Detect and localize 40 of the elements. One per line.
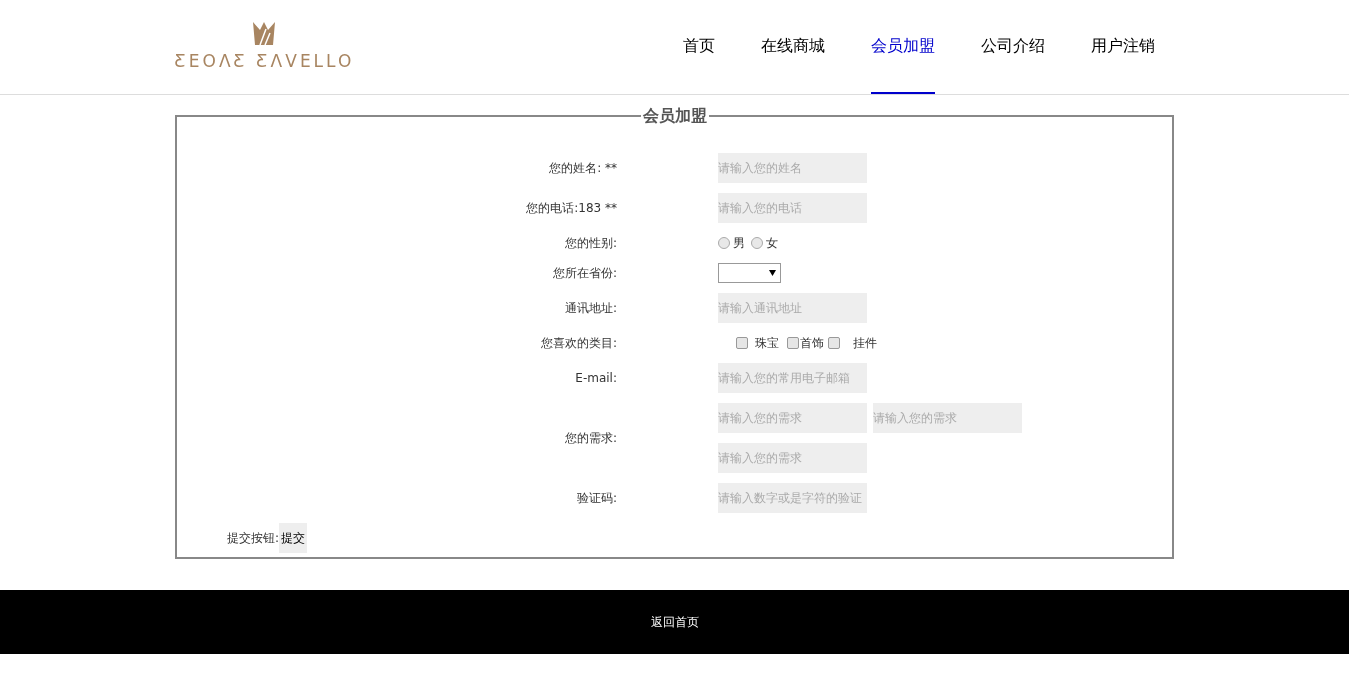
field-label: 您所在省份: <box>551 265 617 282</box>
text-field[interactable]: 请输入数字或是字符的验证 <box>718 483 867 513</box>
caret-icon <box>769 270 776 276</box>
form-legend: 会员加盟 <box>640 105 709 127</box>
nav-link[interactable]: 在线商城 <box>760 0 825 94</box>
field-label: 您的姓名: ** <box>548 160 617 177</box>
nav-link[interactable]: 公司介绍 <box>980 0 1045 94</box>
radio-button[interactable] <box>751 237 763 249</box>
text-field[interactable]: 请输入您的常用电子邮箱 <box>718 363 867 393</box>
nav-link[interactable]: 用户注销 <box>1090 0 1155 94</box>
text-field[interactable]: 请输入您的需求 <box>873 403 1022 433</box>
option-label: 珠宝 <box>755 335 779 352</box>
field-label: 您的需求: <box>563 430 617 447</box>
field-label: 您的电话:183 ** <box>525 200 617 217</box>
field-label: 您喜欢的类目: <box>539 335 617 352</box>
option-label: 挂件 <box>853 335 877 352</box>
text-field[interactable]: 请输入您的需求 <box>718 443 867 473</box>
option-label: 女 <box>766 235 778 252</box>
text-field[interactable]: 请输入通讯地址 <box>718 293 867 323</box>
field-label: 提交按钮: <box>227 530 280 547</box>
text-field[interactable]: 请输入您的电话 <box>718 193 867 223</box>
field-label: 验证码: <box>575 490 617 507</box>
radio-button[interactable] <box>718 237 730 249</box>
province-select[interactable] <box>718 263 781 283</box>
checkbox[interactable] <box>828 337 840 349</box>
text-field[interactable]: 请输入您的需求 <box>718 403 867 433</box>
submit-button[interactable]: 提交 <box>279 523 308 553</box>
field-label: 您的性别: <box>563 235 617 252</box>
logo-text: ƸEOΛƸ ƸΛVELLO <box>174 50 355 74</box>
checkbox[interactable] <box>787 337 799 349</box>
option-label: 男 <box>733 235 745 252</box>
home-link[interactable]: 返回首页 <box>650 613 699 631</box>
nav-link[interactable]: 会员加盟 <box>870 0 935 94</box>
field-label: 通讯地址: <box>563 300 617 317</box>
option-label: 首饰 <box>800 335 824 352</box>
crown-icon <box>252 21 277 46</box>
nav-link[interactable]: 首页 <box>682 0 715 94</box>
checkbox[interactable] <box>736 337 748 349</box>
text-field[interactable]: 请输入您的姓名 <box>718 153 867 183</box>
field-label: E-mail: <box>574 370 617 387</box>
